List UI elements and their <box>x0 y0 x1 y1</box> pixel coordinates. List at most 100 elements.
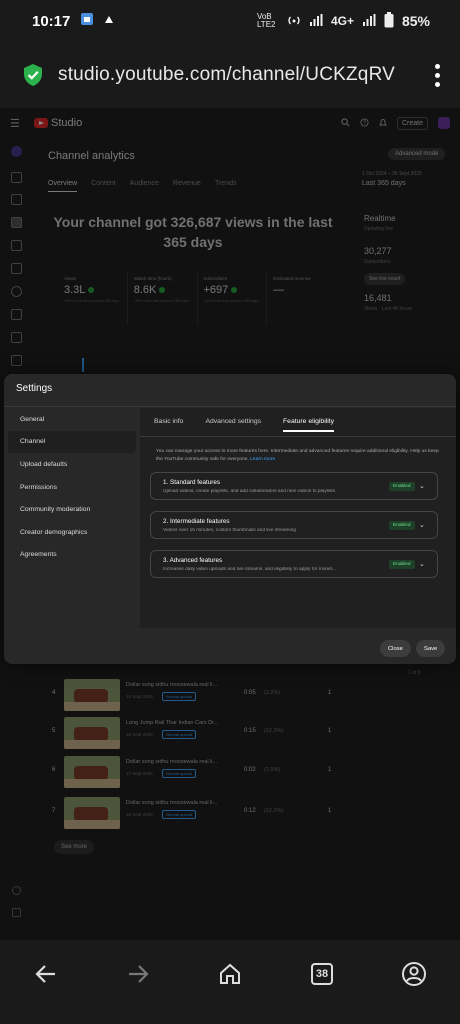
content-icon[interactable] <box>11 194 22 205</box>
advanced-mode-button[interactable]: Advanced mode <box>388 148 446 160</box>
browser-url-bar[interactable]: studio.youtube.com/channel/UCKZqRV <box>0 42 460 108</box>
video-tag: Normal upload <box>162 730 197 739</box>
realtime-updating: Updating live <box>364 226 393 232</box>
dashboard-icon[interactable] <box>11 172 22 183</box>
settings-gear-icon[interactable] <box>12 886 21 895</box>
learn-more-link[interactable]: Learn more <box>250 457 275 462</box>
video-title[interactable]: Dollar song sidhu moosewala real li... <box>126 682 236 688</box>
audio-library-icon[interactable] <box>11 355 22 366</box>
video-title[interactable]: Dollar song sidhu moosewala real li... <box>126 759 236 765</box>
chevron-down-icon[interactable]: ⌄ <box>419 560 425 568</box>
browser-menu-icon[interactable] <box>434 63 440 87</box>
community-icon[interactable] <box>11 240 22 251</box>
feedback-icon[interactable] <box>12 908 21 917</box>
studio-logo-text: Studio <box>51 117 83 129</box>
earn-icon[interactable] <box>11 309 22 320</box>
stat-sub: ≈30% more than previous 365 days <box>203 299 259 303</box>
analytics-icon[interactable] <box>11 217 22 228</box>
settings-nav-channel[interactable]: Channel <box>8 430 136 454</box>
customization-icon[interactable] <box>11 332 22 343</box>
stat-label: Subscribers <box>203 276 228 281</box>
enabled-badge: Enabled <box>389 482 415 491</box>
back-icon[interactable] <box>26 954 66 994</box>
chevron-down-icon[interactable]: ⌄ <box>419 521 425 529</box>
signal-2-icon <box>362 13 376 30</box>
studio-tools: ? Create <box>341 116 450 130</box>
studio-logo[interactable]: Studio <box>34 117 82 129</box>
stat-revenue[interactable]: Estimated revenue — <box>267 272 336 324</box>
video-thumbnail[interactable] <box>64 717 120 749</box>
stat-value-row: 3.3L <box>64 284 121 296</box>
chevron-down-icon[interactable]: ⌄ <box>419 482 425 490</box>
settings-nav: General Channel Upload defaults Permissi… <box>8 408 136 566</box>
create-button[interactable]: Create <box>396 116 428 130</box>
battery-percent: 85% <box>401 13 430 29</box>
battery-icon <box>384 11 394 31</box>
tab-audience[interactable]: Audience <box>130 180 159 192</box>
settings-nav-community-moderation[interactable]: Community moderation <box>8 498 136 521</box>
video-thumbnail[interactable] <box>64 679 120 711</box>
settings-nav-upload-defaults[interactable]: Upload defaults <box>8 453 136 476</box>
stat-subscribers[interactable]: Subscribers +697 ≈30% more than previous… <box>198 272 268 324</box>
tab-feature-eligibility[interactable]: Feature eligibility <box>283 418 335 432</box>
subtitles-icon[interactable] <box>11 263 22 274</box>
close-button[interactable]: Close <box>380 640 411 657</box>
divider <box>140 436 456 437</box>
advanced-features-row[interactable]: 3. Advanced features Increases daily vid… <box>150 550 438 578</box>
hamburger-menu-icon[interactable]: ☰ <box>10 117 20 130</box>
stat-value: — <box>273 284 285 296</box>
stat-label: Estimated revenue <box>273 276 311 281</box>
channel-avatar-icon[interactable] <box>11 146 22 157</box>
stat-views[interactable]: Views 3.3L ≈55% more than previous 365 d… <box>58 272 128 324</box>
settings-nav-creator-demographics[interactable]: Creator demographics <box>8 521 136 544</box>
stat-value-row: — <box>273 284 330 296</box>
settings-nav-permissions[interactable]: Permissions <box>8 476 136 499</box>
settings-content: Basic info Advanced settings Feature eli… <box>140 408 456 628</box>
account-avatar[interactable] <box>438 117 450 129</box>
tab-switcher-button[interactable]: 38 <box>302 954 342 994</box>
video-date: 16 Sept 2025 <box>126 812 153 817</box>
video-title[interactable]: Long Jump Rail Thar Indian Cars Dr... <box>126 720 236 726</box>
video-rank: 5 <box>52 728 56 734</box>
tab-basic-info[interactable]: Basic info <box>154 418 183 432</box>
tab-advanced-settings[interactable]: Advanced settings <box>205 418 261 432</box>
tab-trends[interactable]: Trends <box>215 180 237 192</box>
table-row[interactable]: 4 Dollar song sidhu moosewala real li...… <box>48 678 448 712</box>
tab-revenue[interactable]: Revenue <box>173 180 201 192</box>
status-bar: 10:17 VoB LTE2 4G+ 85% <box>0 0 460 42</box>
settings-nav-general[interactable]: General <box>8 408 136 431</box>
account-icon[interactable] <box>394 954 434 994</box>
help-icon[interactable]: ? <box>360 117 369 129</box>
video-title[interactable]: Dollar song sidhu moosewala real li... <box>126 800 236 806</box>
date-range-sub: 1 Oct 2024 – 30 Sept 2025 <box>362 171 422 177</box>
notifications-icon[interactable] <box>379 118 387 129</box>
date-range-picker[interactable]: 1 Oct 2024 – 30 Sept 2025 Last 365 days <box>362 170 422 189</box>
save-button[interactable]: Save <box>416 640 446 657</box>
table-row[interactable]: 5 Long Jump Rail Thar Indian Cars Dr... … <box>48 716 448 750</box>
see-more-button[interactable]: See more <box>54 840 95 854</box>
secure-shield-icon[interactable] <box>22 63 44 87</box>
standard-features-row[interactable]: 1. Standard features Upload videos, crea… <box>150 472 438 500</box>
search-icon[interactable] <box>341 117 350 129</box>
tab-content[interactable]: Content <box>91 180 116 192</box>
url-text[interactable]: studio.youtube.com/channel/UCKZqRV <box>58 64 398 86</box>
avg-view-percent: (12.3%) <box>264 728 284 734</box>
intermediate-features-row[interactable]: 2. Intermediate features Videos over 15 … <box>150 511 438 539</box>
tab-count: 38 <box>311 963 333 985</box>
table-row[interactable]: 7 Dollar song sidhu moosewala real li...… <box>48 796 448 830</box>
video-thumbnail[interactable] <box>64 756 120 788</box>
eligibility-description: You can manage your access to more featu… <box>156 448 446 464</box>
table-row[interactable]: 6 Dollar song sidhu moosewala real li...… <box>48 755 448 789</box>
enabled-badge: Enabled <box>389 521 415 530</box>
copyright-icon[interactable] <box>11 286 22 297</box>
forward-icon[interactable] <box>118 954 158 994</box>
settings-nav-agreements[interactable]: Agreements <box>8 544 136 567</box>
home-icon[interactable] <box>210 954 250 994</box>
tab-overview[interactable]: Overview <box>48 180 78 192</box>
video-rank: 4 <box>52 690 56 696</box>
video-thumbnail[interactable] <box>64 797 120 829</box>
video-tag: Normal upload <box>162 692 197 701</box>
stat-watch-time[interactable]: Watch time (hours) 8.6K ≈49% more than p… <box>128 272 198 324</box>
signal-icon <box>309 13 323 30</box>
see-live-count-button[interactable]: See live count <box>364 273 406 285</box>
